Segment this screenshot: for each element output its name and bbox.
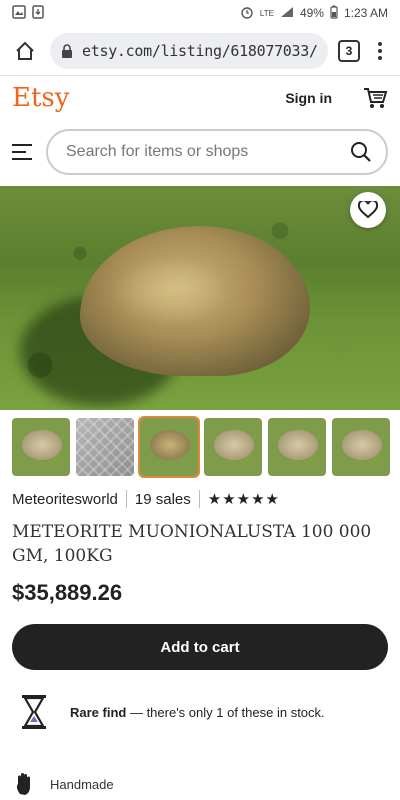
more-vert-icon (378, 41, 382, 46)
clock: 1:23 AM (343, 6, 388, 20)
signal-icon (280, 6, 294, 21)
site-header: Etsy Sign in (0, 76, 400, 120)
rating-stars[interactable]: ★★★★★ (208, 490, 280, 508)
search-placeholder: Search for items or shops (66, 143, 249, 160)
cart-icon[interactable] (362, 85, 388, 111)
home-icon (16, 41, 34, 60)
url-text: etsy.com/listing/618077033/ (82, 41, 318, 60)
battery-icon (330, 5, 338, 22)
search-input[interactable]: Search for items or shops (46, 129, 388, 175)
address-bar[interactable]: etsy.com/listing/618077033/ (50, 32, 328, 69)
listing-title: METEORITE MUONIONALUSTA 100 000 GM, 100K… (12, 522, 372, 566)
thumbnail[interactable] (204, 418, 262, 476)
add-to-cart-button[interactable]: Add to cart (12, 624, 388, 670)
hand-icon (16, 773, 30, 795)
thumbnail-strip (0, 410, 400, 484)
shop-info-row: Meteoritesworld 19 sales ★★★★★ (0, 484, 400, 514)
browser-toolbar: etsy.com/listing/618077033/ 3 (0, 26, 400, 76)
sign-in-link[interactable]: Sign in (285, 90, 332, 106)
image-notification-icon (12, 4, 26, 22)
sales-count: 19 sales (134, 490, 191, 508)
shop-name-link[interactable]: Meteoritesworld (12, 491, 118, 508)
home-button[interactable] (10, 36, 40, 66)
lock-icon (62, 43, 72, 58)
rare-find-label: Rare find (70, 704, 127, 720)
handmade-label: Handmade (50, 776, 114, 792)
network-indicator: LTE (259, 8, 274, 18)
thumbnail[interactable] (76, 418, 134, 476)
hourglass-icon (22, 695, 46, 729)
rare-find-text: Rare find — there's only 1 of these in s… (70, 705, 325, 720)
status-bar: LTE 49% 1:23 AM (0, 0, 400, 26)
battery-percent: 49% (299, 6, 324, 20)
download-notification-icon (32, 4, 44, 22)
handmade-badge: Handmade (14, 772, 114, 796)
listing-price: $35,889.26 (12, 580, 123, 605)
alarm-icon (240, 5, 254, 22)
browser-menu-button[interactable] (370, 41, 390, 60)
thumbnail[interactable] (268, 418, 326, 476)
etsy-logo[interactable]: Etsy (12, 83, 69, 113)
tab-switcher-button[interactable]: 3 (338, 39, 360, 62)
menu-icon[interactable] (12, 144, 32, 160)
thumbnail[interactable] (332, 418, 390, 476)
product-main-image[interactable] (0, 186, 400, 410)
heart-icon (358, 201, 378, 219)
favorite-button[interactable] (350, 192, 386, 228)
thumbnail[interactable] (12, 418, 70, 476)
search-icon[interactable] (350, 141, 372, 163)
rare-find-notice: Rare find — there's only 1 of these in s… (0, 676, 400, 748)
thumbnail-selected[interactable] (138, 416, 200, 478)
search-row: Search for items or shops (0, 120, 400, 184)
rare-find-detail: — there's only 1 of these in stock. (126, 704, 325, 720)
